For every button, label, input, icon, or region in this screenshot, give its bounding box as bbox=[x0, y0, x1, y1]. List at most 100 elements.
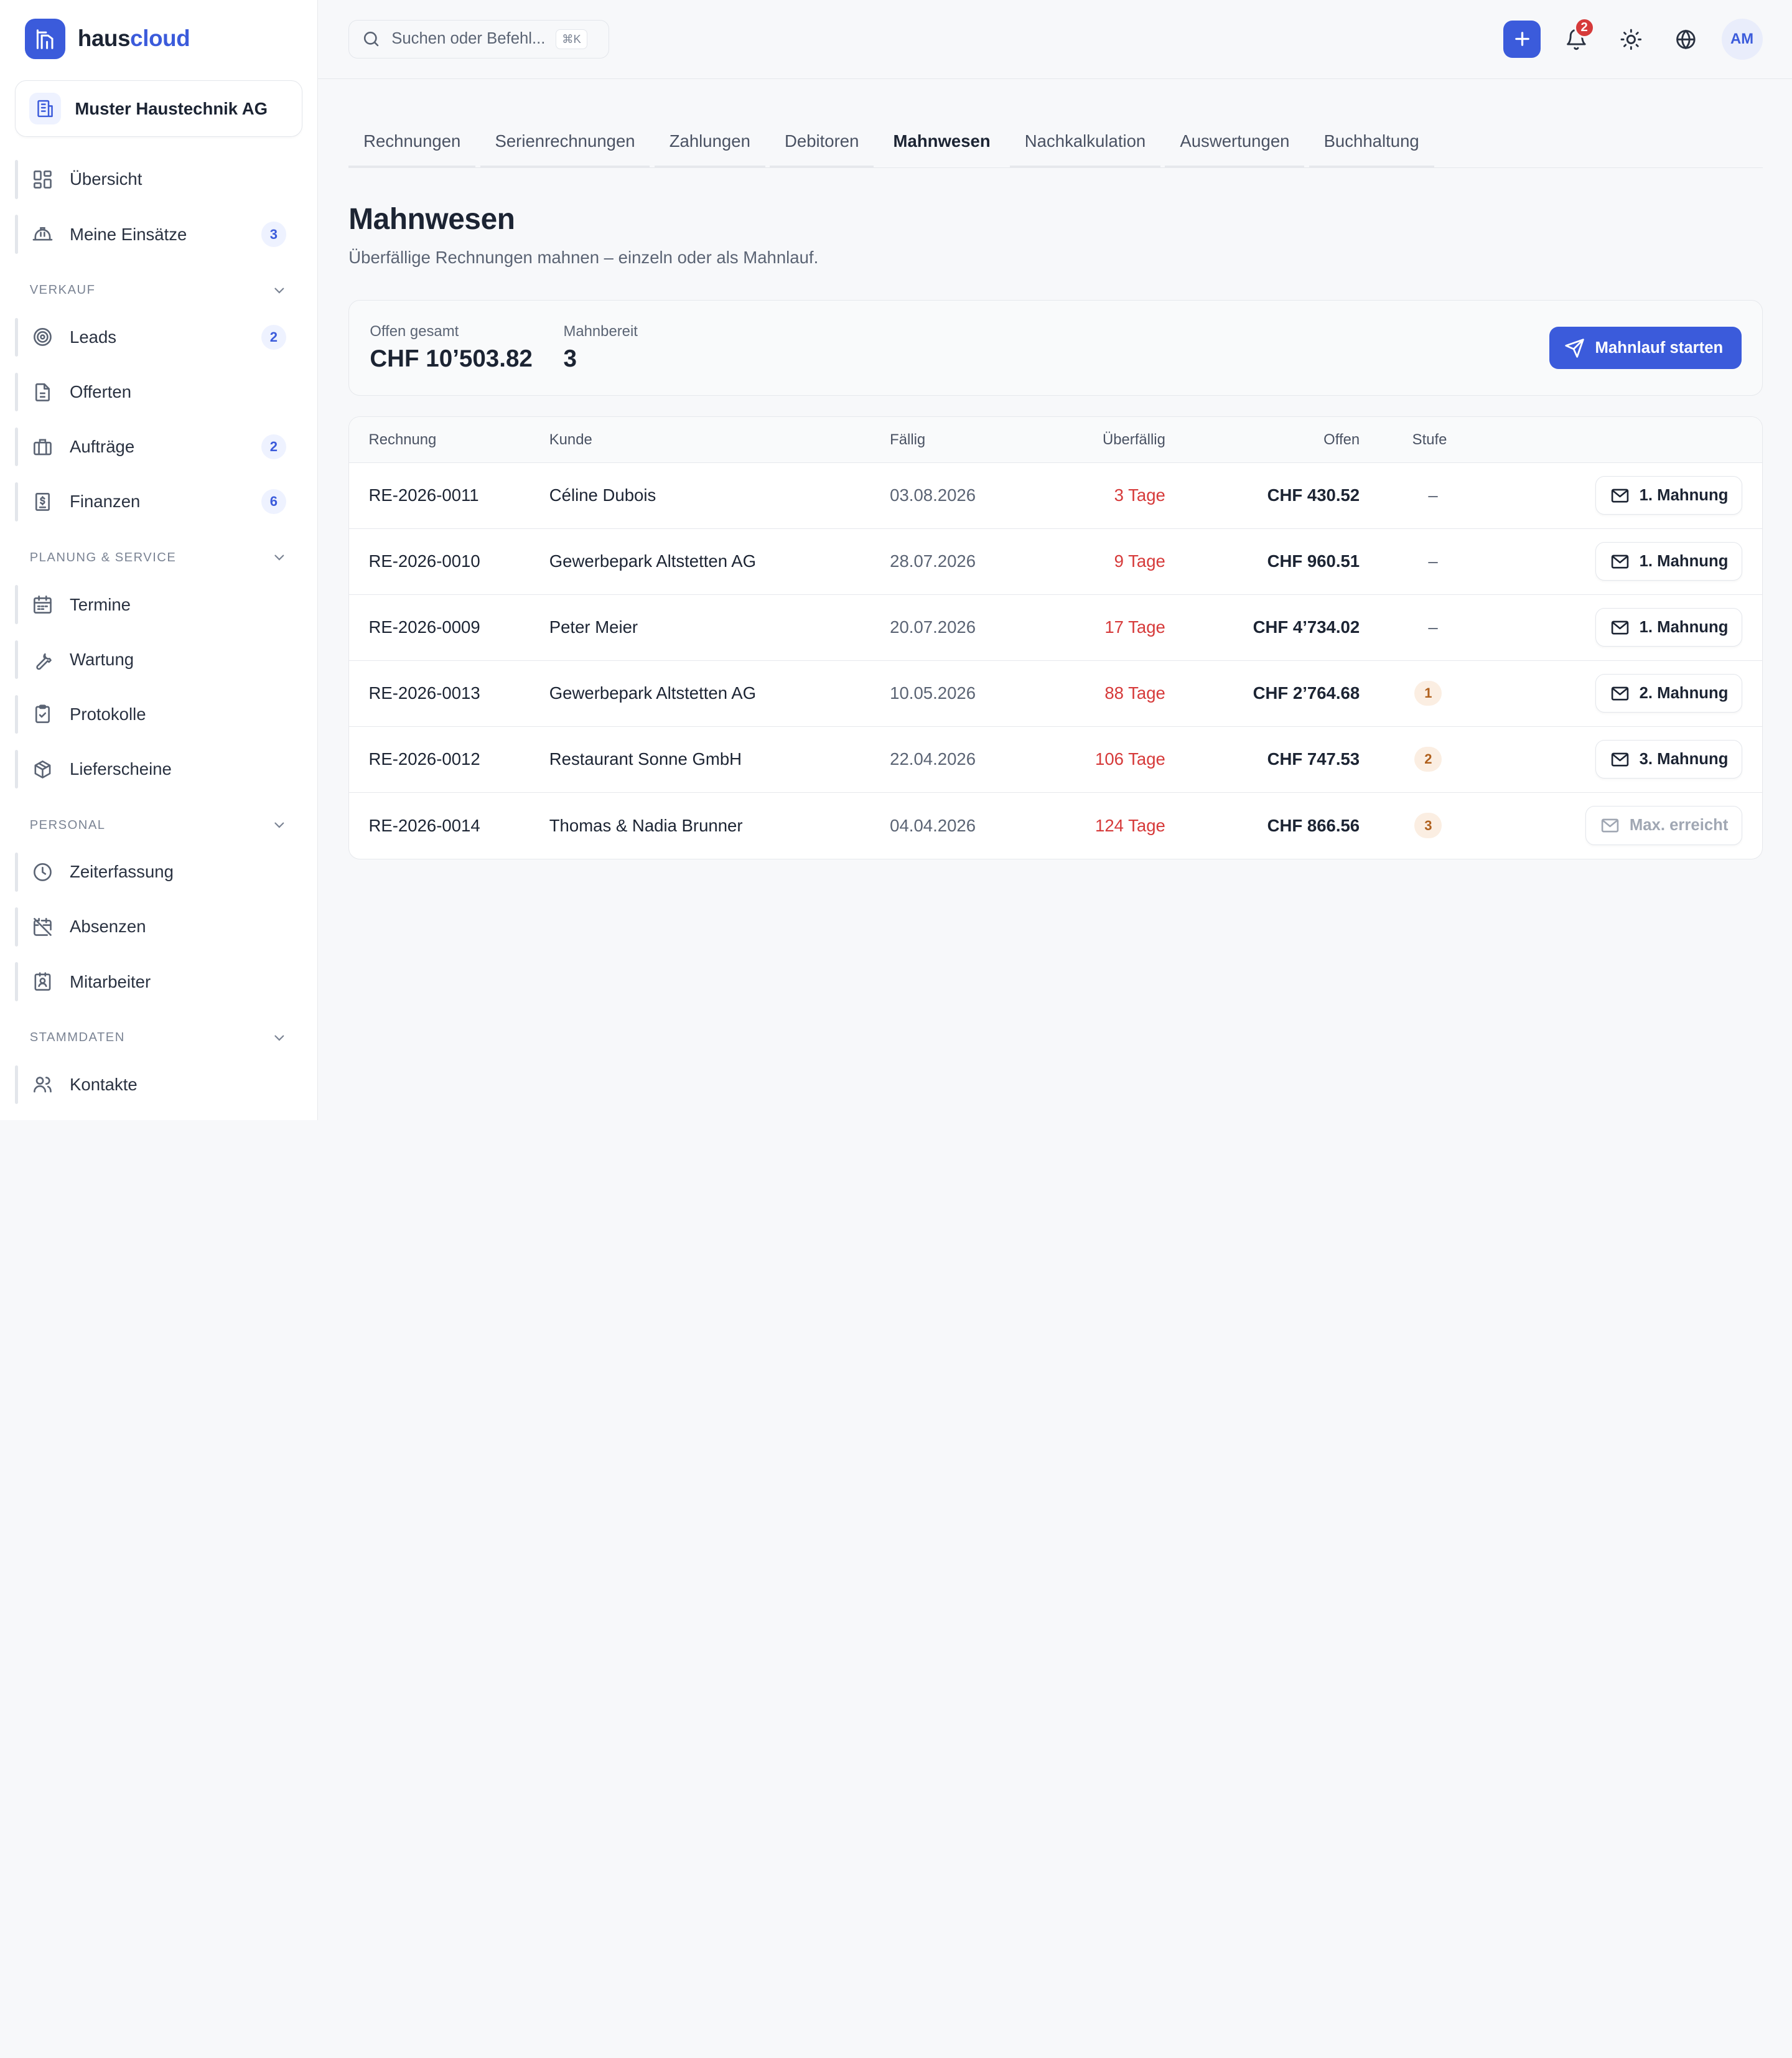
tab-nachkalkulation[interactable]: Nachkalkulation bbox=[1009, 120, 1160, 169]
sun-icon bbox=[1620, 29, 1642, 50]
sidebar-item-termine[interactable]: Termine bbox=[14, 581, 302, 629]
col-header-kunde[interactable]: Kunde bbox=[549, 431, 890, 449]
calendar-icon bbox=[31, 593, 54, 616]
cell-open-amount: CHF 960.51 bbox=[1267, 551, 1360, 571]
company-switcher[interactable]: Muster Haustechnik AG bbox=[14, 80, 302, 138]
section-header-personal[interactable]: PERSONAL bbox=[30, 809, 287, 841]
notifications-button[interactable]: 2 bbox=[1557, 17, 1595, 58]
wrench-icon bbox=[31, 648, 54, 671]
level-badge: 1 bbox=[1414, 680, 1442, 706]
table-row[interactable]: RE-2026-0014 Thomas & Nadia Brunner 04.04.… bbox=[349, 793, 1762, 859]
cell-overdue: 88 Tage bbox=[1104, 683, 1165, 703]
sidebar-item-protokolle[interactable]: Protokolle bbox=[14, 690, 302, 738]
cell-invoice[interactable]: RE-2026-0013 bbox=[349, 683, 549, 703]
theme-toggle-button[interactable] bbox=[1612, 20, 1650, 58]
avatar[interactable]: AM bbox=[1721, 18, 1763, 60]
col-header-stufe[interactable]: Stufe bbox=[1360, 431, 1468, 449]
cell-customer: Restaurant Sonne GmbH bbox=[549, 749, 742, 769]
sidebar-item-offerten[interactable]: Offerten bbox=[14, 368, 302, 416]
level-empty: – bbox=[1428, 551, 1438, 571]
cell-due-date: 03.08.2026 bbox=[890, 485, 976, 505]
sidebar-item-finanzen[interactable]: Finanzen 6 bbox=[14, 478, 302, 526]
table-header: Rechnung Kunde Fällig Überfällig Offen S… bbox=[349, 417, 1762, 463]
tab-mahnwesen[interactable]: Mahnwesen bbox=[879, 120, 1006, 167]
users-icon bbox=[31, 1073, 54, 1097]
button-label: 1. Mahnung bbox=[1639, 552, 1729, 570]
cell-invoice[interactable]: RE-2026-0012 bbox=[349, 749, 549, 769]
tab-bar: Rechnungen Serienrechnungen Zahlungen De… bbox=[348, 120, 1763, 169]
cell-invoice[interactable]: RE-2026-0011 bbox=[349, 485, 549, 505]
table-row[interactable]: RE-2026-0010 Gewerbepark Altstetten AG 28.… bbox=[349, 529, 1762, 595]
tab-rechnungen[interactable]: Rechnungen bbox=[348, 120, 476, 169]
cell-action: 1. Mahnung bbox=[1468, 476, 1762, 515]
tab-zahlungen[interactable]: Zahlungen bbox=[654, 120, 765, 169]
cell-level: – bbox=[1360, 551, 1468, 571]
table-row[interactable]: RE-2026-0011 Céline Dubois 03.08.2026 3 Tag… bbox=[349, 463, 1762, 529]
dashboard-icon bbox=[31, 168, 54, 191]
col-header-offen[interactable]: Offen bbox=[1165, 431, 1360, 449]
cell-overdue: 124 Tage bbox=[1095, 815, 1165, 835]
cell-invoice[interactable]: RE-2026-0009 bbox=[349, 617, 549, 637]
table-row[interactable]: RE-2026-0009 Peter Meier 20.07.2026 17 Tage… bbox=[349, 595, 1762, 661]
cell-action: 1. Mahnung bbox=[1468, 541, 1762, 581]
mail-icon bbox=[1611, 489, 1629, 503]
sidebar-item-zeiterfassung[interactable]: Zeiterfassung bbox=[14, 848, 302, 896]
tab-serienrechnungen[interactable]: Serienrechnungen bbox=[480, 120, 650, 169]
sidebar-item-label: Finanzen bbox=[70, 492, 141, 512]
col-header-faellig[interactable]: Fällig bbox=[890, 431, 1027, 449]
hardhat-icon bbox=[31, 223, 54, 246]
sidebar-item-wartung[interactable]: Wartung bbox=[14, 635, 302, 683]
send-reminder-button[interactable]: 1. Mahnung bbox=[1595, 541, 1743, 581]
globe-icon bbox=[1676, 29, 1696, 49]
sidebar-item-absenzen[interactable]: Absenzen bbox=[14, 903, 302, 951]
page-subtitle: Überfällige Rechnungen mahnen – einzeln … bbox=[348, 248, 819, 268]
language-button[interactable] bbox=[1666, 20, 1705, 58]
level-empty: – bbox=[1428, 485, 1438, 505]
send-reminder-button[interactable]: 3. Mahnung bbox=[1595, 739, 1743, 779]
start-dunning-run-button[interactable]: Mahnlauf starten bbox=[1549, 327, 1742, 370]
topbar: Suchen oder Befehl... ⌘K 2 AM bbox=[317, 0, 1792, 79]
cell-action: Max. erreicht bbox=[1468, 806, 1762, 845]
section-header-verkauf[interactable]: VERKAUF bbox=[30, 274, 287, 306]
search-input[interactable]: Suchen oder Befehl... ⌘K bbox=[348, 19, 610, 59]
sidebar-item-label: Kontakte bbox=[70, 1074, 138, 1094]
cell-level: – bbox=[1360, 485, 1468, 505]
section-header-planung-service[interactable]: PLANUNG & SERVICE bbox=[30, 542, 287, 574]
button-label: 2. Mahnung bbox=[1639, 684, 1729, 702]
page-title: Mahnwesen bbox=[348, 203, 515, 236]
level-badge: 3 bbox=[1414, 813, 1442, 838]
count-badge: 3 bbox=[261, 222, 287, 247]
brand[interactable]: hauscloud bbox=[0, 0, 317, 78]
sidebar: hauscloud Muster Haustechnik AG Übersich… bbox=[0, 0, 318, 1121]
tab-debitoren[interactable]: Debitoren bbox=[770, 120, 874, 169]
add-button[interactable] bbox=[1503, 20, 1541, 58]
button-label: 3. Mahnung bbox=[1639, 750, 1729, 768]
col-header-ueberfaellig[interactable]: Überfällig bbox=[1027, 431, 1165, 449]
mail-icon bbox=[1611, 554, 1629, 569]
sidebar-item-leads[interactable]: Leads 2 bbox=[14, 313, 302, 361]
send-reminder-button[interactable]: 1. Mahnung bbox=[1595, 607, 1743, 647]
cell-invoice[interactable]: RE-2026-0014 bbox=[349, 816, 549, 836]
tab-auswertungen[interactable]: Auswertungen bbox=[1165, 120, 1305, 169]
cell-due-date: 28.07.2026 bbox=[890, 551, 976, 571]
notification-count-badge: 2 bbox=[1574, 17, 1595, 39]
table-row[interactable]: RE-2026-0013 Gewerbepark Altstetten AG 10.… bbox=[349, 661, 1762, 727]
stat-label: Offen gesamt bbox=[370, 323, 459, 340]
sidebar-item-mitarbeiter[interactable]: Mitarbeiter bbox=[14, 958, 302, 1006]
sidebar-item-lieferscheine[interactable]: Lieferscheine bbox=[14, 745, 302, 793]
sidebar-item-meine-einsaetze[interactable]: Meine Einsätze 3 bbox=[14, 210, 302, 258]
cell-customer: Thomas & Nadia Brunner bbox=[549, 815, 743, 835]
send-reminder-button[interactable]: 1. Mahnung bbox=[1595, 476, 1743, 515]
cell-level: 2 bbox=[1360, 746, 1468, 772]
table-row[interactable]: RE-2026-0012 Restaurant Sonne GmbH 22.04.2… bbox=[349, 727, 1762, 793]
sidebar-item-kontakte[interactable]: Kontakte bbox=[14, 1060, 302, 1108]
cell-open-amount: CHF 866.56 bbox=[1267, 815, 1360, 835]
cell-invoice[interactable]: RE-2026-0010 bbox=[349, 551, 549, 571]
sidebar-item-auftraege[interactable]: Aufträge 2 bbox=[14, 423, 302, 471]
tab-buchhaltung[interactable]: Buchhaltung bbox=[1309, 120, 1435, 169]
sidebar-item-label: Leads bbox=[70, 327, 117, 347]
col-header-rechnung[interactable]: Rechnung bbox=[349, 431, 549, 449]
sidebar-item-uebersicht[interactable]: Übersicht bbox=[14, 156, 302, 203]
section-header-stammdaten[interactable]: STAMMDATEN bbox=[30, 1022, 287, 1054]
send-reminder-button[interactable]: 2. Mahnung bbox=[1595, 673, 1743, 713]
